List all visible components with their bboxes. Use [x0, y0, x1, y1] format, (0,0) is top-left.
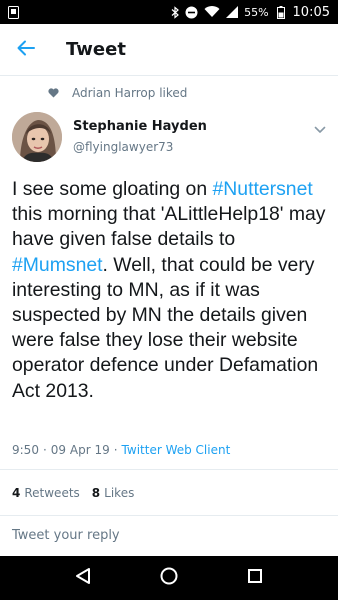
- status-time: 10:05: [292, 4, 330, 20]
- page-title: Tweet: [66, 39, 126, 60]
- social-context[interactable]: Adrian Harrop liked: [0, 82, 338, 104]
- nav-back-button[interactable]: [63, 558, 103, 598]
- heart-icon: [48, 88, 62, 98]
- app-header: Tweet: [0, 24, 338, 76]
- tweet-author: Stephanie Hayden @flyinglawyer73: [0, 108, 338, 168]
- author-handle[interactable]: @flyinglawyer73: [73, 136, 207, 158]
- tweet-date: 09 Apr 19: [50, 443, 110, 457]
- author-names[interactable]: Stephanie Hayden @flyinglawyer73: [73, 118, 207, 158]
- triangle-back-icon: [75, 567, 91, 589]
- retweets-stat[interactable]: 4 Retweets: [12, 486, 80, 500]
- square-recents-icon: [247, 568, 263, 588]
- meta-separator: ·: [113, 443, 118, 457]
- retweets-label: Retweets: [24, 486, 80, 500]
- do-not-disturb-icon: [185, 6, 198, 19]
- chevron-down-icon: [314, 119, 326, 138]
- likes-label: Likes: [104, 486, 135, 500]
- bluetooth-icon: [171, 5, 179, 19]
- meta-separator: ·: [42, 443, 47, 457]
- tweet-source-link[interactable]: Twitter Web Client: [122, 443, 231, 457]
- reply-input[interactable]: Tweet your reply: [12, 524, 326, 546]
- tweet-text-part: I see some gloating on: [12, 178, 213, 200]
- divider: [0, 469, 338, 470]
- circle-home-icon: [160, 567, 178, 589]
- author-display-name[interactable]: Stephanie Hayden: [73, 118, 207, 136]
- tweet-stats: 4 Retweets 8 Likes: [12, 480, 134, 506]
- retweets-count: 4: [12, 486, 21, 500]
- tweet-text-part: this morning that 'ALittleHelp18' may ha…: [12, 203, 326, 251]
- divider: [0, 515, 338, 516]
- social-context-text: Adrian Harrop liked: [72, 86, 188, 100]
- tweet-text: I see some gloating on #Nuttersnet this …: [12, 177, 334, 404]
- likes-count: 8: [91, 486, 101, 500]
- tweet-meta: 9:50 · 09 Apr 19 · Twitter Web Client: [12, 443, 230, 457]
- notification-icon: [8, 5, 19, 19]
- tweet-options-button[interactable]: [312, 120, 328, 136]
- nav-recents-button[interactable]: [235, 558, 275, 598]
- tweet-time: 9:50: [12, 443, 39, 457]
- signal-icon: [226, 6, 239, 18]
- avatar[interactable]: [12, 112, 62, 162]
- battery-percent: 55%: [244, 5, 269, 19]
- battery-icon: [276, 5, 285, 19]
- hashtag-link[interactable]: #Nuttersnet: [213, 178, 313, 200]
- likes-stat[interactable]: 8 Likes: [92, 486, 135, 500]
- status-bar: 55% 10:05: [0, 0, 338, 24]
- nav-home-button[interactable]: [149, 558, 189, 598]
- system-nav-bar: [0, 556, 338, 600]
- back-button[interactable]: [6, 30, 46, 70]
- wifi-icon: [204, 6, 220, 18]
- hashtag-link[interactable]: #Mumsnet: [12, 254, 103, 276]
- arrow-left-icon: [17, 40, 35, 60]
